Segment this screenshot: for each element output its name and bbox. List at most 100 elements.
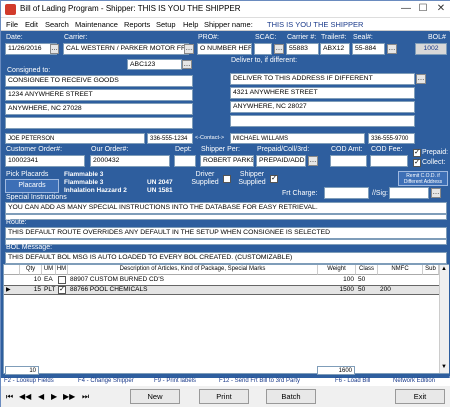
menu-search[interactable]: Search <box>45 20 69 29</box>
menu-edit[interactable]: Edit <box>25 20 38 29</box>
row-hm-checkbox[interactable] <box>58 276 66 284</box>
row-nmfc[interactable]: 200 <box>380 286 423 295</box>
new-button[interactable]: New <box>130 389 180 404</box>
minimize-button[interactable]: — <box>399 3 413 15</box>
col-hm[interactable]: HM <box>56 265 68 275</box>
col-class[interactable]: Class <box>356 265 378 275</box>
seal-lookup-button[interactable]: … <box>387 44 397 54</box>
consignee-name-field[interactable]: CONSIGNEE TO RECEIVE GOODS <box>5 75 193 87</box>
row-nmfc[interactable] <box>380 276 423 285</box>
prepaid-coll-lookup-button[interactable]: … <box>308 156 318 166</box>
consignee-lookup-button[interactable]: … <box>182 60 192 69</box>
consignee-address2-field[interactable]: ANYWHERE, NC 27028 <box>5 103 193 115</box>
maximize-button[interactable]: ☐ <box>416 3 430 15</box>
shipper-name-value: THIS IS YOU THE SHIPPER <box>267 20 364 29</box>
next-icon[interactable]: ▶ <box>51 392 57 401</box>
first-record-icon[interactable]: ⏮ <box>6 392 13 402</box>
grid-scrollbar[interactable]: ▲ ▼ <box>439 265 449 373</box>
col-nmfc[interactable]: NMFC <box>378 265 423 275</box>
last-record-icon[interactable]: ⏭ <box>82 392 89 402</box>
row-weight[interactable]: 100 <box>320 276 354 285</box>
rewind-icon[interactable]: ◀◀ <box>19 392 31 401</box>
col-weight[interactable]: Weight <box>318 265 356 275</box>
consignee-address3-field[interactable] <box>5 117 193 129</box>
our-order-field[interactable]: 2000432 <box>90 155 170 167</box>
shipper-supplied-checkbox[interactable]: ✓ <box>270 175 278 183</box>
col-description[interactable]: Description of Articles, Kind of Package… <box>68 265 318 275</box>
menu-setup[interactable]: Setup <box>156 20 176 29</box>
frt-charge-field[interactable] <box>324 187 369 199</box>
scac-field[interactable] <box>254 43 272 55</box>
row-hm-checkbox[interactable]: ✓ <box>58 286 66 294</box>
placard-line-2-un: UN 2047 <box>147 179 173 186</box>
special-instructions-field-2[interactable] <box>5 214 447 220</box>
collect-checkbox[interactable]: ✓ <box>413 159 421 167</box>
row-class[interactable]: 50 <box>358 286 376 295</box>
prepaid-checkbox[interactable]: ✓ <box>413 149 421 157</box>
carrier-num-field[interactable]: 55883 <box>286 43 319 55</box>
route-field[interactable]: THIS DEFAULT ROUTE OVERRIDES ANY DEFAULT… <box>5 227 447 239</box>
remit-cod-button[interactable]: Remit C.O.D. if Different Address <box>398 171 448 186</box>
consignee-phone-field[interactable]: 336-555-1234 <box>147 133 193 144</box>
pro-field[interactable]: O NUMBER HERE <box>197 43 252 55</box>
route-field-2[interactable] <box>5 239 447 245</box>
fast-forward-icon[interactable]: ▶▶ <box>63 392 75 401</box>
table-row[interactable]: 10 EA 88907 CUSTOM BURNED CD'S 100 50 <box>4 276 439 285</box>
row-class[interactable]: 50 <box>358 276 376 285</box>
col-sub[interactable]: Sub <box>423 265 439 275</box>
row-um[interactable]: EA <box>44 276 58 285</box>
consignee-contact-field[interactable]: JOE PETERSON <box>5 133 145 144</box>
menu-file[interactable]: File <box>6 20 18 29</box>
row-description[interactable]: 88766 POOL CHEMICALS <box>70 286 318 295</box>
col-um[interactable]: UM <box>42 265 56 275</box>
seal-field[interactable]: 55-884 <box>352 43 385 55</box>
sig-lookup-button[interactable]: … <box>431 188 441 198</box>
f12-hint: F12 - Send Frt Bill to 3rd Party <box>219 378 301 384</box>
shipper-per-field[interactable]: ROBERT PARKER <box>200 155 254 167</box>
menu-reports[interactable]: Reports <box>124 20 150 29</box>
carrier-field[interactable]: CAL WESTERN / PARKER MOTOR FRT <box>63 43 189 55</box>
trailer-field[interactable]: ABX12 <box>320 43 350 55</box>
carrier-lookup-button[interactable]: … <box>184 44 194 54</box>
bol-message-field[interactable]: THIS DEFAULT BOL MSG IS AUTO LOADED TO E… <box>5 252 447 264</box>
prepaid-coll-field[interactable]: PREPAID/ADD <box>256 155 306 167</box>
row-qty[interactable]: 15 <box>21 286 41 295</box>
batch-button[interactable]: Batch <box>266 389 316 404</box>
deliver-contact-field[interactable]: MICHAEL WILLAMS <box>230 133 365 144</box>
deliver-address1-field[interactable]: 4321 ANYWHERE STREET <box>230 87 415 99</box>
special-instructions-field[interactable]: YOU CAN ADD AS MANY SPECIAL INSTRUCTIONS… <box>5 202 447 214</box>
menu-maintenance[interactable]: Maintenance <box>75 20 118 29</box>
row-qty[interactable]: 10 <box>21 276 41 285</box>
placards-button[interactable]: Placards <box>5 179 59 193</box>
close-button[interactable]: ✕ <box>434 3 448 15</box>
row-um[interactable]: PLT <box>44 286 58 295</box>
deliver-address3-field[interactable] <box>230 115 415 127</box>
previous-icon[interactable]: ◀ <box>38 392 44 401</box>
consignee-code-field[interactable]: ABC123 <box>127 59 182 70</box>
row-weight[interactable]: 1500 <box>320 286 354 295</box>
cod-fee-field[interactable] <box>370 155 408 167</box>
customer-order-field[interactable]: 10002341 <box>5 155 85 167</box>
cod-amt-field[interactable] <box>330 155 367 167</box>
row-sub[interactable] <box>425 276 439 285</box>
deliver-name-field[interactable]: DELIVER TO THIS ADDRESS IF DIFFERENT <box>230 73 415 85</box>
exit-button[interactable]: Exit <box>395 389 445 404</box>
dept-field[interactable] <box>174 155 196 167</box>
scroll-down-icon[interactable]: ▼ <box>441 364 447 370</box>
deliver-address2-field[interactable]: ANYWHERE, NC 28027 <box>230 101 415 113</box>
col-qty[interactable]: Qty <box>20 265 42 275</box>
deliver-phone-field[interactable]: 336-555-9700 <box>368 133 415 144</box>
table-row-selected[interactable]: ▶ 15 PLT ✓ 88766 POOL CHEMICALS 1500 50 … <box>4 285 439 295</box>
print-button[interactable]: Print <box>199 389 249 404</box>
date-picker-button[interactable]: … <box>50 44 59 54</box>
prepaid-coll-label: Prepaid/Coll/3rd: <box>257 146 310 153</box>
row-sub[interactable] <box>425 286 439 295</box>
scac-lookup-button[interactable]: … <box>274 44 284 54</box>
scroll-up-icon[interactable]: ▲ <box>441 266 447 272</box>
deliver-lookup-button[interactable]: … <box>416 74 426 84</box>
menu-help[interactable]: Help <box>183 20 198 29</box>
row-description[interactable]: 88907 CUSTOM BURNED CD'S <box>70 276 318 285</box>
consignee-address1-field[interactable]: 1234 ANYWHERE STREET <box>5 89 193 101</box>
driver-supplied-checkbox[interactable] <box>223 175 231 183</box>
sig-field[interactable] <box>389 187 429 199</box>
